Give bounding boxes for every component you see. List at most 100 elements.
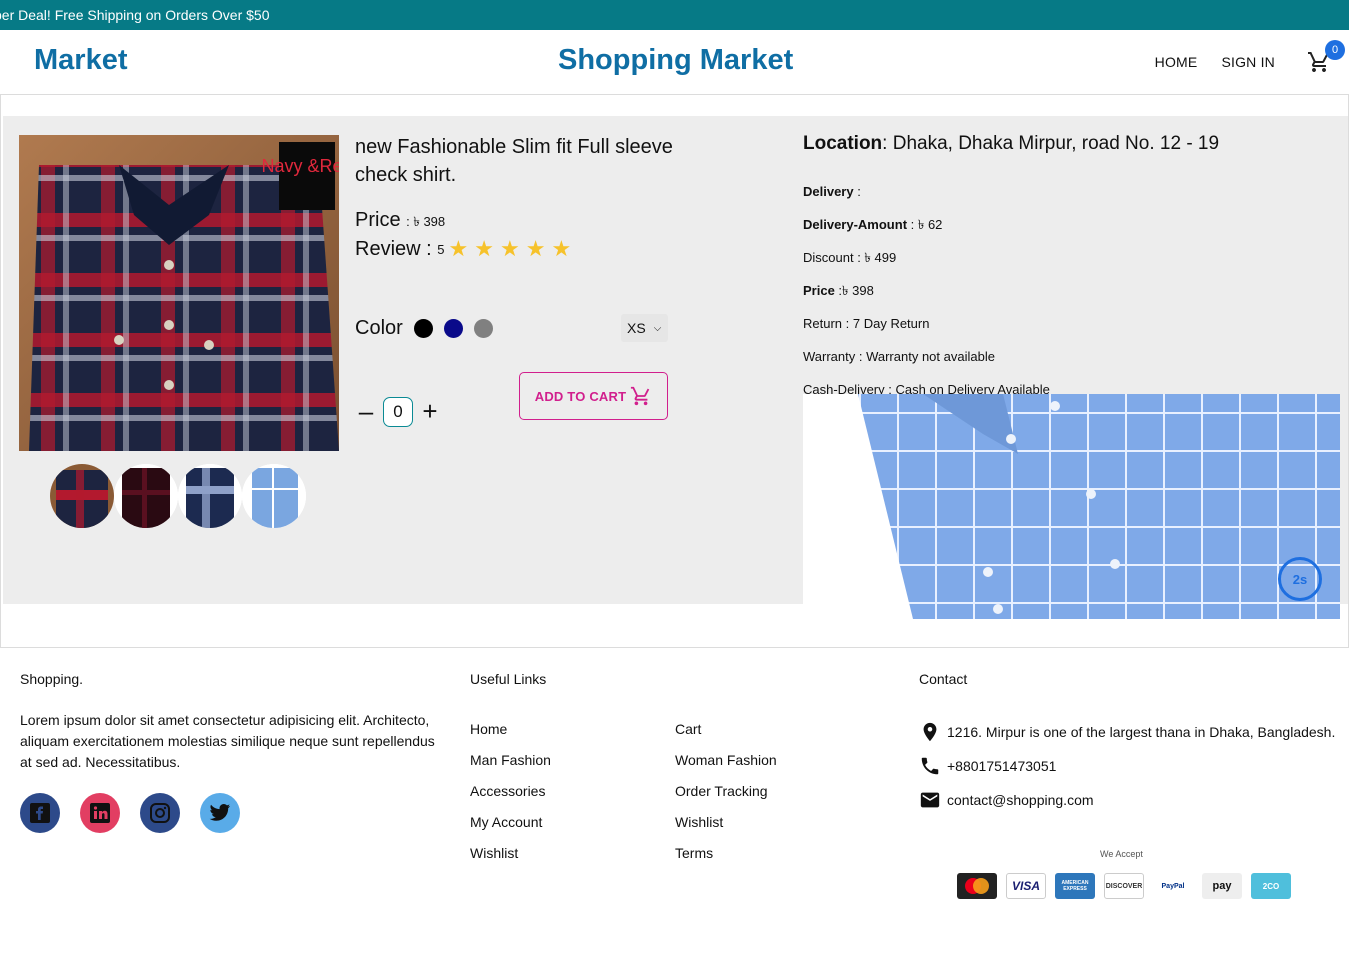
- price-value: : ৳ 398: [406, 214, 446, 229]
- detail-label: Delivery: [803, 184, 854, 199]
- product-title: new Fashionable Slim fit Full sleeve che…: [355, 136, 673, 186]
- contact-phone-text[interactable]: +8801751473051: [947, 758, 1056, 774]
- countdown-timer: 2s: [1278, 557, 1322, 601]
- phone-icon: [921, 757, 939, 775]
- twitter-icon[interactable]: [200, 793, 240, 833]
- footer-link-order-tracking[interactable]: Order Tracking: [675, 783, 777, 814]
- site-header: Market Shopping Market HOME SIGN IN 0: [0, 30, 1349, 94]
- location-value: : Dhaka, Dhaka Mirpur, road No. 12 - 19: [882, 133, 1220, 154]
- location: Location: Dhaka, Dhaka Mirpur, road No. …: [803, 133, 1343, 155]
- rating-stars: ★ ★ ★ ★ ★: [449, 236, 578, 262]
- contact-address: 1216. Mirpur is one of the largest thana…: [919, 721, 1335, 743]
- footer-link-accessories[interactable]: Accessories: [470, 783, 551, 814]
- footer-about-text: Lorem ipsum dolor sit amet consectetur a…: [20, 712, 435, 770]
- size-select[interactable]: XS ⌵: [621, 314, 668, 342]
- site-footer: Shopping. Lorem ipsum dolor sit amet con…: [0, 648, 1349, 959]
- we-accept-label: We Accept: [1100, 849, 1143, 859]
- color-swatch-gray[interactable]: [473, 319, 493, 338]
- product-side-image: [803, 394, 1340, 619]
- instagram-icon[interactable]: [140, 793, 180, 833]
- star-icon: ★: [448, 236, 469, 261]
- cart-count-badge: 0: [1325, 40, 1345, 60]
- detail-label: Return: [803, 316, 843, 331]
- amazon-pay-icon: pay: [1202, 873, 1242, 899]
- add-to-cart-label: ADD TO CART: [534, 388, 627, 404]
- facebook-icon[interactable]: [20, 793, 60, 833]
- footer-link-terms[interactable]: Terms: [675, 845, 777, 876]
- mail-icon: [920, 792, 940, 808]
- footer-brand-title: Shopping.: [20, 671, 84, 687]
- product-review: Review : 5 ★ ★ ★ ★ ★: [355, 236, 675, 262]
- contact-email-text[interactable]: contact@shopping.com: [947, 792, 1094, 808]
- footer-links-left: Home Man Fashion Accessories My Account …: [470, 721, 551, 876]
- detail-label: Price: [803, 283, 835, 298]
- thumbnail-3[interactable]: [178, 464, 242, 528]
- footer-link-wishlist-2[interactable]: Wishlist: [675, 814, 777, 845]
- color-swatch-navy[interactable]: [443, 319, 463, 338]
- footer-useful-links-title: Useful Links: [470, 671, 547, 687]
- product-main-image[interactable]: Navy &Red: [19, 135, 339, 451]
- footer-contact-title: Contact: [919, 671, 968, 687]
- brand-logo[interactable]: Market: [34, 44, 128, 77]
- top-nav: HOME SIGN IN 0: [1155, 30, 1349, 94]
- detail-value: :: [853, 184, 861, 199]
- quantity-stepper: – 0 +: [355, 396, 441, 427]
- location-label: Location: [803, 133, 883, 154]
- mastercard-icon: [957, 873, 997, 899]
- footer-link-wishlist[interactable]: Wishlist: [470, 845, 551, 876]
- thumbnail-4[interactable]: [242, 464, 306, 528]
- detail-row: Warranty : Warranty not available: [803, 340, 1343, 373]
- detail-row: Price :৳ 398: [803, 274, 1343, 307]
- site-title: Shopping Market: [558, 44, 794, 76]
- increment-button[interactable]: +: [419, 396, 441, 427]
- detail-label: Delivery-Amount: [803, 217, 908, 232]
- size-selected-value: XS: [627, 320, 646, 336]
- review-value: 5: [437, 241, 445, 257]
- 2checkout-icon: 2CO: [1251, 873, 1291, 899]
- quantity-input[interactable]: 0: [383, 396, 413, 427]
- chevron-down-icon: ⌵: [653, 322, 662, 334]
- detail-row: Discount : ৳ 499: [803, 241, 1343, 274]
- contact-email: contact@shopping.com: [919, 789, 1094, 811]
- add-to-cart-button[interactable]: ADD TO CART: [519, 372, 668, 420]
- thumbnail-1[interactable]: [50, 464, 114, 528]
- cart-button[interactable]: 0: [1299, 40, 1345, 82]
- detail-value: : ৳ 62: [907, 217, 943, 232]
- detail-value: : Warranty not available: [855, 349, 995, 364]
- detail-value: :৳ 398: [834, 283, 874, 298]
- review-label: Review :: [355, 237, 432, 260]
- promo-bar: per Deal! Free Shipping on Orders Over $…: [0, 0, 1349, 30]
- amex-icon: AMERICAN EXPRESS: [1055, 873, 1095, 899]
- thumbnail-2[interactable]: [114, 464, 178, 528]
- price-label: Price: [355, 209, 401, 231]
- star-icon: ★: [525, 236, 546, 261]
- product-badge-text: Navy &Red: [261, 156, 339, 176]
- footer-links-right: Cart Woman Fashion Order Tracking Wishli…: [675, 721, 777, 876]
- product-section: Navy &Red new Fashionable Slim fit Full …: [0, 94, 1349, 648]
- social-links: [20, 793, 240, 833]
- contact-phone: +8801751473051: [919, 755, 1056, 777]
- product-info: new Fashionable Slim fit Full sleeve che…: [355, 133, 675, 262]
- color-label: Color: [355, 317, 403, 339]
- location-pin-icon: [923, 722, 937, 742]
- product-thumbnails: [50, 464, 306, 528]
- color-swatch-black[interactable]: [413, 319, 433, 338]
- footer-link-woman-fashion[interactable]: Woman Fashion: [675, 752, 777, 783]
- footer-link-man-fashion[interactable]: Man Fashion: [470, 752, 551, 783]
- product-details: Location: Dhaka, Dhaka Mirpur, road No. …: [803, 133, 1343, 406]
- footer-link-cart[interactable]: Cart: [675, 721, 777, 752]
- detail-value: : 7 Day Return: [842, 316, 930, 331]
- decrement-button[interactable]: –: [355, 396, 377, 427]
- paypal-icon: PayPal: [1153, 873, 1193, 899]
- footer-link-my-account[interactable]: My Account: [470, 814, 551, 845]
- detail-value: : ৳ 499: [853, 250, 897, 265]
- detail-row: Delivery :: [803, 175, 1343, 208]
- detail-label: Discount: [803, 250, 854, 265]
- product-price: Price : ৳ 398: [355, 209, 675, 234]
- contact-address-text: 1216. Mirpur is one of the largest thana…: [947, 724, 1336, 740]
- nav-sign-in-link[interactable]: SIGN IN: [1221, 54, 1275, 70]
- linkedin-icon[interactable]: [80, 793, 120, 833]
- nav-home-link[interactable]: HOME: [1155, 54, 1198, 70]
- footer-link-home[interactable]: Home: [470, 721, 551, 752]
- detail-label: Warranty: [803, 349, 856, 364]
